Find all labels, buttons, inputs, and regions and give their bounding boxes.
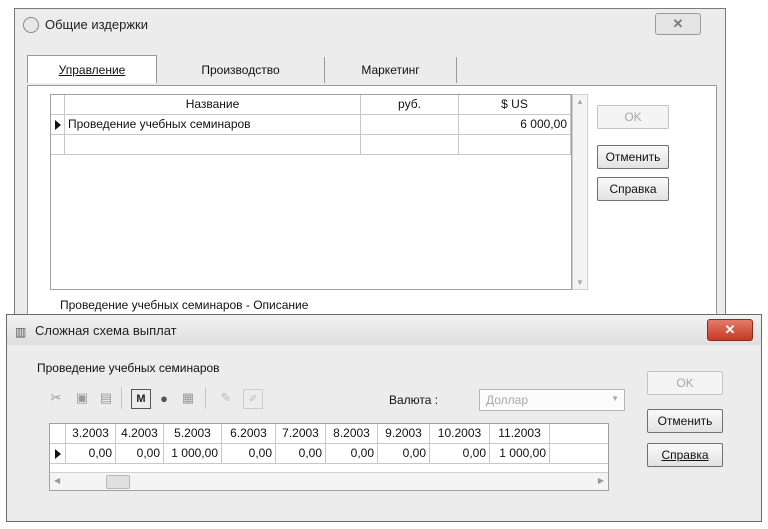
period-header[interactable]: 7.2003 (276, 424, 326, 444)
toolbar: ✂ ▣ ▤ M ● ▦ ✎ ✐ (47, 387, 337, 411)
scroll-right-icon[interactable]: ▶ (598, 476, 604, 485)
period-header[interactable]: 4.2003 (116, 424, 164, 444)
close-icon: ✕ (672, 16, 684, 31)
cut-icon[interactable]: ✂ (47, 389, 65, 407)
paste-icon[interactable]: ▤ (97, 389, 115, 407)
row-header-corner (50, 424, 66, 444)
costs-grid: Название руб. $ US Проведение учебных се… (50, 94, 572, 290)
chevron-down-icon: ▼ (611, 394, 619, 403)
payment-window-title: Сложная схема выплат (35, 323, 177, 338)
payment-window-titlebar: ▥ Сложная схема выплат ✕ (7, 315, 761, 345)
period-header[interactable]: 3.2003 (66, 424, 116, 444)
column-header-usd[interactable]: $ US (459, 95, 571, 115)
period-header-extra (550, 424, 608, 444)
period-header[interactable]: 8.2003 (326, 424, 378, 444)
current-row-arrow-icon (55, 449, 61, 459)
costs-window-titlebar: Общие издержки ✕ (15, 9, 725, 39)
payment-cell[interactable]: 0,00 (66, 444, 116, 464)
edit-icon[interactable]: ✐ (243, 389, 263, 409)
period-header[interactable]: 11.2003 (490, 424, 550, 444)
payment-cell[interactable]: 0,00 (378, 444, 430, 464)
help-button[interactable]: Справка (647, 443, 723, 467)
new-row-usd[interactable] (459, 135, 571, 155)
copy-icon[interactable]: ▣ (73, 389, 91, 407)
payment-cell[interactable]: 0,00 (326, 444, 378, 464)
new-row-indicator (51, 135, 65, 155)
period-header[interactable]: 10.2003 (430, 424, 490, 444)
toolbar-separator (205, 387, 206, 409)
payment-cell[interactable]: 0,00 (222, 444, 276, 464)
horizontal-scrollbar[interactable]: ◀ ▶ (50, 472, 608, 490)
payment-schedule-window: ▥ Сложная схема выплат ✕ Проведение учеб… (6, 314, 762, 522)
cancel-button[interactable]: Отменить (647, 409, 723, 433)
tab-marketing[interactable]: Маркетинг (325, 57, 457, 83)
close-button[interactable]: ✕ (655, 13, 701, 35)
payment-cell[interactable]: 0,00 (430, 444, 490, 464)
payments-grid: 3.2003 4.2003 5.2003 6.2003 7.2003 8.200… (49, 423, 609, 491)
payment-cell[interactable]: 0,00 (276, 444, 326, 464)
description-label: Проведение учебных семинаров - Описание (60, 298, 309, 312)
row-header-corner (51, 95, 65, 115)
scroll-thumb[interactable] (106, 475, 130, 489)
table-row-usd[interactable]: 6 000,00 (459, 115, 571, 135)
payment-cell[interactable]: 1 000,00 (164, 444, 222, 464)
scroll-left-icon[interactable]: ◀ (54, 476, 60, 485)
currency-select[interactable]: Доллар ▼ (479, 389, 625, 411)
vertical-scrollbar[interactable]: ▲ ▼ (572, 94, 588, 290)
tab-management[interactable]: Управление (27, 55, 157, 83)
row-indicator (50, 444, 66, 464)
calculator-icon[interactable]: M (131, 389, 151, 409)
scroll-up-icon[interactable]: ▲ (576, 97, 584, 106)
costs-window: Общие издержки ✕ Управление Производство… (14, 8, 726, 324)
period-header[interactable]: 9.2003 (378, 424, 430, 444)
new-row-name[interactable] (65, 135, 361, 155)
new-row-rub[interactable] (361, 135, 459, 155)
database-icon[interactable]: ● (155, 389, 173, 407)
payment-cell[interactable]: 0,00 (116, 444, 164, 464)
help-button[interactable]: Справка (597, 177, 669, 201)
app-icon (23, 17, 39, 33)
payment-cell[interactable]: 1 000,00 (490, 444, 550, 464)
currency-label: Валюта : (389, 393, 439, 407)
chart-bars-icon: ▥ (15, 325, 27, 339)
costs-window-title: Общие издержки (45, 17, 148, 32)
tab-strip: Управление Производство Маркетинг (27, 55, 717, 85)
item-label: Проведение учебных семинаров (37, 361, 220, 375)
pencil-icon[interactable]: ✎ (217, 389, 235, 407)
period-header[interactable]: 5.2003 (164, 424, 222, 444)
close-button[interactable]: ✕ (707, 319, 753, 341)
payment-cell-extra (550, 444, 608, 464)
table-row-name[interactable]: Проведение учебных семинаров (65, 115, 361, 135)
column-header-rub[interactable]: руб. (361, 95, 459, 115)
close-icon: ✕ (724, 322, 736, 337)
column-header-name[interactable]: Название (65, 95, 361, 115)
period-header[interactable]: 6.2003 (222, 424, 276, 444)
toolbar-separator (121, 387, 122, 409)
scroll-down-icon[interactable]: ▼ (576, 278, 584, 287)
image-icon[interactable]: ▦ (179, 389, 197, 407)
current-row-arrow-icon (55, 120, 61, 130)
ok-button[interactable]: OK (647, 371, 723, 395)
ok-button[interactable]: OK (597, 105, 669, 129)
row-indicator (51, 115, 65, 135)
table-row-rub[interactable] (361, 115, 459, 135)
cancel-button[interactable]: Отменить (597, 145, 669, 169)
tab-production[interactable]: Производство (157, 57, 325, 83)
